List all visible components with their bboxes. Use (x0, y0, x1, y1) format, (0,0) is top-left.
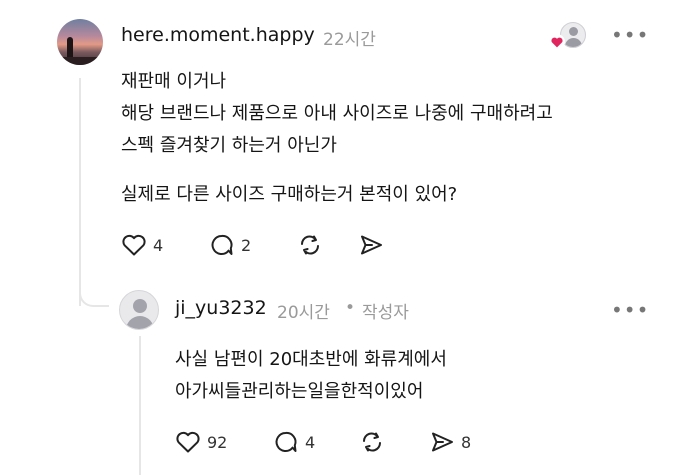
reply-timestamp: 20시간 (277, 303, 330, 323)
meta-separator: • (345, 298, 356, 318)
comment-like-button[interactable]: 4 (121, 233, 163, 257)
comment-text-line: 실제로 다른 사이즈 구매하는거 본적이 있어? (121, 184, 458, 205)
comment-timestamp: 22시간 (323, 30, 376, 50)
comment-share-button[interactable] (358, 233, 384, 257)
author-tag: 작성자 (362, 303, 409, 323)
reply-thread-line (139, 336, 141, 475)
heart-badge-icon (549, 34, 565, 50)
avatar-silhouette (67, 37, 73, 57)
speech-bubble-icon (211, 234, 233, 255)
comment-reply-button[interactable]: 2 (209, 233, 251, 257)
replier-avatar[interactable] (119, 290, 159, 330)
comment-text-line: 해당 브랜드나 제품으로 아내 사이즈로 나중에 구매하려고 (121, 103, 553, 124)
repost-icon (363, 432, 381, 452)
comment-repost-button[interactable] (297, 233, 323, 257)
comment-reply-count: 2 (241, 235, 252, 255)
replier-username[interactable]: ji_yu3232 (175, 297, 267, 319)
reply-repost-button[interactable] (359, 430, 385, 454)
heart-icon (122, 234, 146, 256)
comment-text-line: 스펙 즐겨찾기 하는거 아닌가 (121, 135, 337, 156)
reply-like-button[interactable]: 92 (175, 430, 227, 454)
thread-connector (79, 290, 109, 307)
speech-bubble-icon (275, 431, 297, 452)
reply-share-button[interactable]: 8 (429, 430, 471, 454)
reply-share-count: 8 (461, 432, 472, 452)
heart-icon (176, 431, 200, 453)
thread-line (79, 78, 81, 306)
avatar-ground (57, 57, 103, 65)
comment-more-icon[interactable]: ••• (611, 25, 649, 45)
commenter-avatar[interactable] (57, 19, 103, 65)
reply-text-line: 사실 남편이 20대초반에 화류계에서 (175, 349, 447, 370)
reply-like-count: 92 (207, 432, 228, 452)
reply-text-line: 아가씨들관리하는일을한적이있어 (175, 381, 424, 402)
send-icon (432, 432, 453, 452)
commenter-username[interactable]: here.moment.happy (121, 24, 315, 46)
repost-icon (301, 235, 319, 255)
reply-more-icon[interactable]: ••• (611, 300, 649, 320)
comment-text-line: 재판매 이거나 (121, 71, 227, 92)
reply-reply-count: 4 (305, 432, 316, 452)
reply-reply-button[interactable]: 4 (273, 430, 315, 454)
comment-like-count: 4 (153, 235, 164, 255)
send-icon (361, 235, 382, 255)
